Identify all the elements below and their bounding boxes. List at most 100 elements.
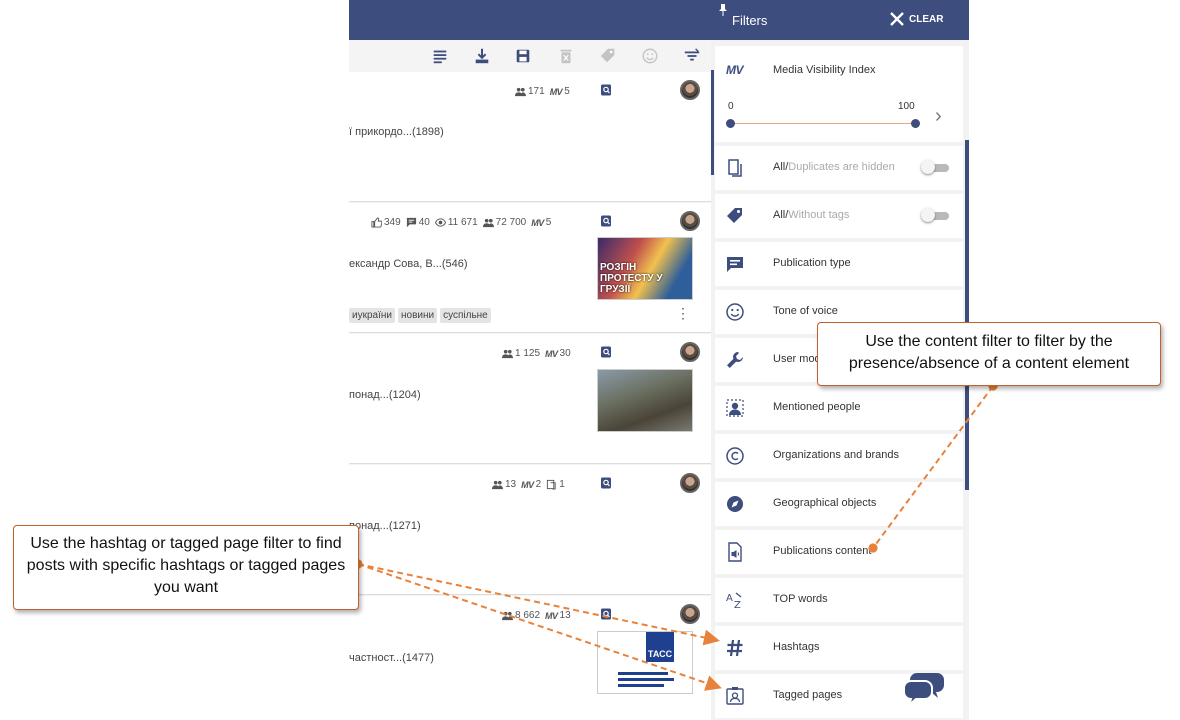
audience-value: 72 700 [495,217,527,228]
duplicates-toggle[interactable] [921,160,949,174]
filter-publications-content[interactable]: Publications content [715,530,963,574]
scrollbar-right[interactable] [965,140,969,490]
feed-post[interactable]: 1 125 MV 30 понад...(1204) [349,334,711,464]
filter-label: Hashtags [773,641,820,653]
sort-az-icon: AZ [725,590,745,610]
filters-header: Filters CLEAR [711,0,969,40]
mv-title: Media Visibility Index [773,64,876,76]
author-avatar[interactable] [680,80,700,100]
audience-stat: 72 700 [482,217,527,228]
duplicates-rest: Duplicates are hidden [788,161,895,173]
mv-label: MV [545,348,558,359]
filter-publication-type[interactable]: Publication type [715,242,963,286]
mv-slider-min-handle[interactable] [726,119,735,128]
image-text-line [618,672,668,675]
filter-hashtags[interactable]: Hashtags [715,626,963,670]
feed-toolbar [349,40,711,72]
feed-post[interactable]: 8 662 MV 13 ТАСС частност...(1477) [349,596,711,720]
close-icon [890,12,904,26]
author-avatar[interactable] [680,211,700,231]
duplicates-value: 1 [559,479,565,490]
feed-post[interactable]: 349 40 11 671 72 700 MV 5 РОЗГІН ПРОТЕСТ… [349,203,711,333]
audience-value: 13 [505,479,517,490]
filter-label: Organizations and brands [773,449,899,461]
post-text[interactable]: ександр Сова, В...(546) [349,258,468,270]
sort-filter-icon[interactable] [682,46,702,66]
tag-chip[interactable]: иукраїни [349,308,395,323]
tag-chip[interactable]: суспільне [440,308,491,323]
mv-value: 5 [545,217,552,228]
mv-range-min: 0 [728,101,734,112]
feed-post[interactable]: 171 MV 5 ї прикордо...(1898) [349,72,711,202]
smiley-icon [725,302,745,322]
save-icon[interactable] [513,46,533,66]
filter-label: Publications content [773,545,872,557]
app-root: 171 MV 5 ї прикордо...(1898) 349 40 11 6… [0,0,1180,720]
download-icon[interactable] [472,46,492,66]
compass-icon [725,494,745,514]
wrench-icon [725,350,745,370]
post-image[interactable]: ТАСС [597,631,693,694]
filter-mentioned-people[interactable]: Mentioned people [715,386,963,430]
audience-stat: 171 [515,86,545,97]
post-stats: 13 MV 2 1 [492,479,565,490]
list-view-icon[interactable] [430,46,450,66]
mv-value: 13 [559,610,571,621]
hashtag-icon [725,638,745,658]
tag-chip[interactable]: новини [397,308,438,323]
tag-icon[interactable] [598,46,618,66]
source-search-icon[interactable] [600,215,612,227]
duplicates-filter[interactable]: All/Duplicates are hidden [715,146,963,190]
filter-label: User mod [773,353,821,365]
callout-content-filter: Use the content filter to filter by the … [817,322,1161,386]
comments-value: 40 [418,217,430,228]
post-text[interactable]: частност...(1477) [349,652,434,664]
filter-label: Tone of voice [773,305,838,317]
callout-hashtag-filter: Use the hashtag or tagged page filter to… [13,525,359,610]
likes-value: 349 [384,217,401,228]
post-image[interactable] [597,369,693,432]
source-search-icon[interactable] [600,84,612,96]
post-text[interactable]: ї прикордо...(1898) [349,126,444,138]
mv-slider-max-handle[interactable] [911,119,920,128]
clear-filters-button[interactable]: CLEAR [889,11,943,27]
tass-logo: ТАСС [646,632,674,662]
pin-icon[interactable] [718,4,728,16]
contact-card-icon [725,686,745,706]
without-tags-filter[interactable]: All/Without tags [715,194,963,238]
mv-index-filter: MV Media Visibility Index 0 100 › [715,46,963,142]
post-text[interactable]: понад...(1204) [349,389,421,401]
audience-icon [482,218,494,228]
filter-top-words[interactable]: AZ TOP words [715,578,963,622]
tag-icon [725,206,745,226]
author-avatar[interactable] [680,604,700,624]
post-image[interactable]: РОЗГІН ПРОТЕСТУ У ГРУЗІЇ [597,237,693,300]
delete-icon[interactable] [556,46,576,66]
audience-icon [502,611,513,621]
post-stats: 171 MV 5 [515,86,570,97]
chevron-right-icon[interactable]: › [935,105,942,128]
tone-smiley-icon[interactable] [640,46,660,66]
publications-feed: 171 MV 5 ї прикордо...(1898) 349 40 11 6… [349,0,711,720]
source-search-icon[interactable] [600,346,612,358]
without-tags-toggle[interactable] [921,208,949,222]
comments-stat: 40 [406,217,430,228]
feed-post[interactable]: 13 MV 2 1 понад...(1271) [349,465,711,595]
mv-stat: MV 13 [545,610,571,621]
more-options-icon[interactable]: ⋮ [676,306,690,320]
filter-geographical-objects[interactable]: Geographical objects [715,482,963,526]
filter-label: Tagged pages [773,689,843,701]
author-avatar[interactable] [680,473,700,493]
post-stats: 349 40 11 671 72 700 MV 5 [371,217,551,228]
mv-slider-track[interactable] [730,123,915,124]
source-search-icon[interactable] [600,477,612,489]
svg-text:A: A [726,593,733,604]
post-stats: 8 662 MV 13 [502,610,571,621]
chat-support-icon[interactable] [903,670,945,706]
filter-organizations-brands[interactable]: Organizations and brands [715,434,963,478]
post-tags: иукраїни новини суспільне [349,308,491,323]
post-text[interactable]: понад...(1271) [349,520,421,532]
source-search-icon[interactable] [600,608,612,620]
scrollbar-left[interactable] [711,70,714,175]
author-avatar[interactable] [680,342,700,362]
